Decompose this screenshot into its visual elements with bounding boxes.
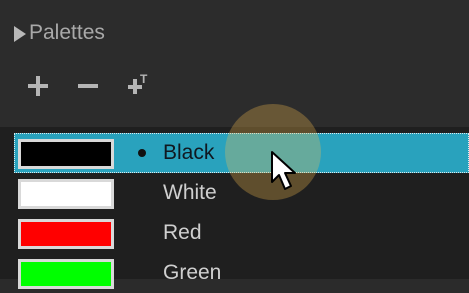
- palette-list: Black White Red Green: [0, 127, 469, 289]
- palette-row-white[interactable]: White: [14, 173, 469, 213]
- add-palette-button[interactable]: [26, 73, 52, 99]
- palette-row-red[interactable]: Red: [14, 213, 469, 253]
- palettes-panel: Palettes T Black White Red Green: [0, 0, 469, 289]
- palettes-header[interactable]: Palettes: [14, 18, 105, 48]
- palette-name: Red: [163, 221, 202, 244]
- palette-name: White: [163, 181, 217, 204]
- palettes-title: Palettes: [29, 21, 105, 44]
- expand-triangle-icon[interactable]: [14, 25, 26, 42]
- palette-toolbar: T: [26, 70, 176, 102]
- color-swatch: [18, 179, 114, 209]
- color-swatch: [18, 219, 114, 249]
- palette-row-green[interactable]: Green: [14, 253, 469, 293]
- remove-palette-button[interactable]: [76, 73, 102, 99]
- palette-name: Black: [163, 141, 215, 164]
- palette-name: Green: [163, 261, 222, 284]
- rename-palette-button[interactable]: T: [126, 73, 152, 99]
- current-palette-bullet-icon: [138, 149, 146, 157]
- palette-row-black[interactable]: Black: [14, 133, 469, 173]
- add-text-icon-label: T: [140, 72, 148, 86]
- color-swatch: [18, 139, 114, 169]
- color-swatch: [18, 259, 114, 289]
